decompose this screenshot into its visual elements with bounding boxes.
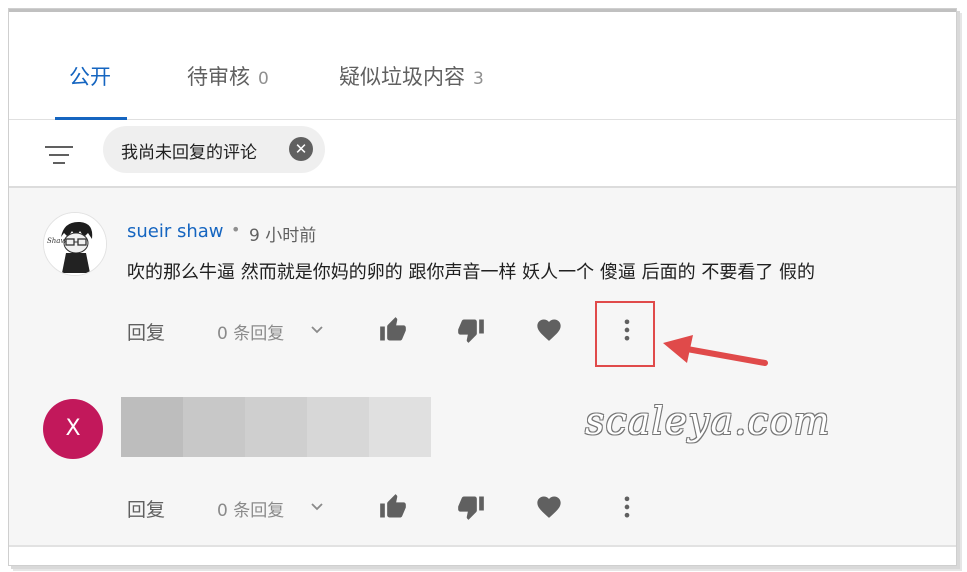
top-border [9, 9, 956, 12]
thumbs-up-icon[interactable] [379, 493, 407, 521]
filter-chip-label: 我尚未回复的评论 [121, 143, 257, 163]
reply-count[interactable]: 0 条回复 [217, 496, 284, 521]
avatar[interactable]: X [43, 399, 103, 459]
reply-button[interactable]: 回复 [127, 495, 165, 522]
comment-actions: 回复 0 条回复 [127, 487, 687, 527]
comment-item: Shaw sueir shaw • 9 小时前 吹的那么牛逼 然而就是你妈的卵的… [9, 186, 956, 371]
comment-timestamp[interactable]: 9 小时前 [249, 221, 316, 246]
comment-author[interactable]: sueir shaw [127, 221, 224, 242]
watermark: scaleya.com [585, 399, 831, 443]
avatar[interactable]: Shaw [43, 212, 107, 276]
thumbs-up-icon[interactable] [379, 316, 407, 344]
heart-icon[interactable] [535, 316, 563, 344]
reply-count[interactable]: 0 条回复 [217, 319, 284, 344]
chevron-down-icon[interactable] [309, 499, 325, 515]
tab-spam[interactable]: 疑似垃圾内容 3 [339, 61, 484, 91]
more-options-icon[interactable] [613, 493, 641, 521]
tab-label: 公开 [69, 65, 111, 89]
tab-label: 待审核 [187, 65, 250, 89]
filter-icon[interactable] [45, 144, 73, 166]
heart-icon[interactable] [535, 493, 563, 521]
redacted-content [121, 397, 431, 457]
tab-count: 0 [258, 69, 269, 89]
comment-item: X 回复 0 条回复 [9, 369, 956, 547]
reply-button[interactable]: 回复 [127, 318, 165, 345]
tab-bar: 公开 待审核 0 疑似垃圾内容 3 [9, 47, 956, 120]
highlight-box [595, 301, 655, 367]
filter-chip[interactable]: 我尚未回复的评论 ✕ [103, 126, 325, 173]
separator-dot: • [231, 220, 241, 239]
comments-panel: 公开 待审核 0 疑似垃圾内容 3 我尚未回复的评论 ✕ Shaw sueir … [8, 8, 957, 566]
tab-pending[interactable]: 待审核 0 [187, 61, 269, 91]
svg-text:Shaw: Shaw [47, 237, 66, 245]
close-icon[interactable]: ✕ [289, 137, 313, 161]
tab-label: 疑似垃圾内容 [339, 65, 465, 89]
cartoon-avatar-icon: Shaw [44, 213, 106, 275]
chevron-down-icon[interactable] [309, 322, 325, 338]
thumbs-down-icon[interactable] [457, 493, 485, 521]
filter-row: 我尚未回复的评论 ✕ [9, 120, 956, 187]
comment-text: 吹的那么牛逼 然而就是你妈的卵的 跟你声音一样 妖人一个 傻逼 后面的 不要看了… [127, 262, 816, 283]
tab-count: 3 [473, 69, 484, 89]
thumbs-down-icon[interactable] [457, 316, 485, 344]
annotation-arrow-icon [663, 335, 768, 366]
tab-public[interactable]: 公开 [69, 61, 111, 91]
